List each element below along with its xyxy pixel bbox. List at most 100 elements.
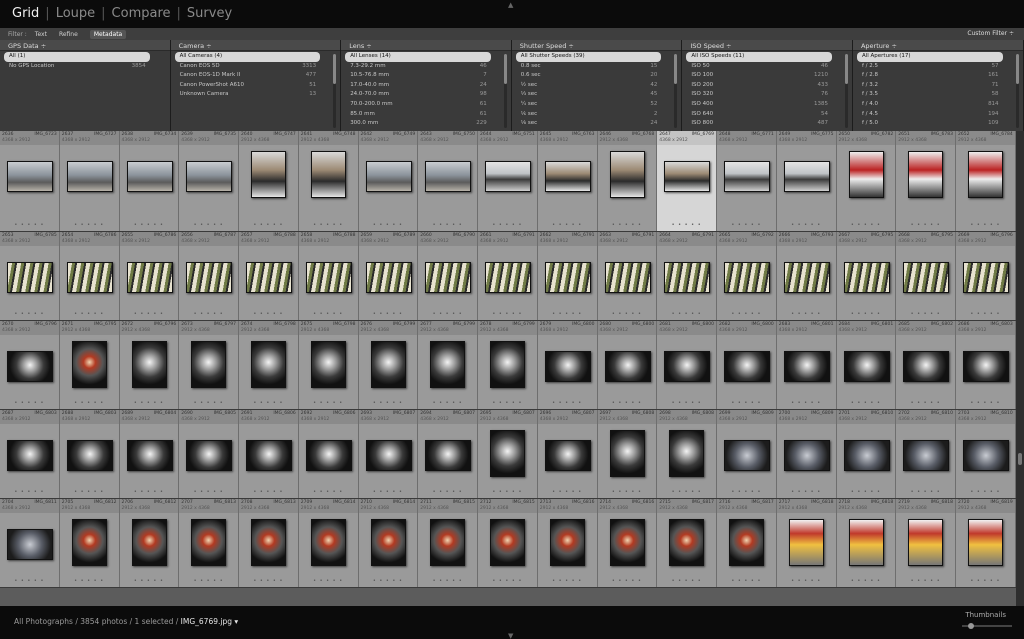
metadata-filter-item[interactable]: 0.8 sec 15 [512, 62, 682, 72]
photo-cell[interactable]: 2647 IMG_6769 4368 x 2912 • • • • • [657, 131, 717, 231]
photo-thumbnail[interactable] [609, 430, 645, 477]
photo-cell[interactable]: 2662 IMG_6791 4368 x 2912 • • • • • [537, 232, 598, 320]
metadata-filter-item[interactable]: All (1) [4, 52, 150, 62]
photo-cell[interactable]: 2700 IMG_6809 4368 x 2912 • • • • • [776, 410, 837, 498]
photo-thumbnail[interactable] [544, 161, 591, 192]
photo-thumbnail[interactable] [788, 519, 824, 566]
photo-cell[interactable]: 2698 IMG_6808 2912 x 4368 • • • • • [657, 410, 717, 498]
column-scrollbar[interactable] [844, 54, 848, 128]
metadata-filter-item[interactable]: ISO 640 54 [682, 110, 852, 120]
metadata-filter-item[interactable]: 70.0-200.0 mm 61 [341, 100, 511, 110]
metadata-filter-item[interactable]: ¼ sec 52 [512, 100, 682, 110]
column-header-dropdown[interactable]: Lens ÷ [341, 40, 511, 51]
metadata-filter-item[interactable]: ISO 100 1210 [682, 71, 852, 81]
rating-dots[interactable]: • • • • • [60, 578, 119, 584]
rating-dots[interactable]: • • • • • [837, 311, 896, 317]
photo-cell[interactable]: 2708 IMG_6813 2912 x 4368 • • • • • [239, 499, 299, 587]
photo-cell[interactable]: 2637 IMG_6727 4368 x 2912 • • • • • [59, 131, 120, 231]
photo-thumbnail[interactable] [848, 519, 884, 566]
photo-thumbnail[interactable] [490, 430, 525, 477]
photo-thumbnail[interactable] [908, 151, 944, 198]
photo-cell[interactable]: 2715 IMG_6817 2912 x 4368 • • • • • [657, 499, 717, 587]
photo-cell[interactable]: 2656 IMG_6787 4368 x 2912 • • • • • [179, 232, 239, 320]
grid-scrollbar[interactable] [1016, 131, 1024, 606]
column-scrollbar-thumb[interactable] [333, 54, 337, 84]
photo-cell[interactable]: 2644 IMG_6751 4368 x 2912 • • • • • [478, 131, 538, 231]
rating-dots[interactable]: • • • • • [538, 222, 597, 228]
rating-dots[interactable]: • • • • • [299, 222, 358, 228]
rating-dots[interactable]: • • • • • [956, 311, 1015, 317]
rating-dots[interactable]: • • • • • [538, 578, 597, 584]
metadata-filter-item[interactable]: No GPS Location 3854 [0, 62, 170, 72]
photo-thumbnail[interactable] [370, 519, 406, 566]
filter-tab-metadata[interactable]: Metadata [89, 29, 127, 39]
photo-thumbnail[interactable] [968, 519, 1003, 566]
rating-dots[interactable]: • • • • • [359, 578, 418, 584]
photo-cell[interactable]: 2648 IMG_6771 4368 x 2912 • • • • • [717, 131, 777, 231]
grid-view-button[interactable]: Grid [10, 6, 41, 21]
rating-dots[interactable]: • • • • • [777, 400, 836, 406]
photo-thumbnail[interactable] [544, 262, 591, 293]
photo-cell[interactable]: 2689 IMG_6804 4368 x 2912 • • • • • [119, 410, 180, 498]
photo-cell[interactable]: 2643 IMG_6750 4368 x 2912 • • • • • [418, 131, 478, 231]
rating-dots[interactable]: • • • • • [538, 489, 597, 495]
photo-thumbnail[interactable] [604, 262, 651, 293]
column-scrollbar[interactable] [674, 54, 678, 128]
photo-cell[interactable]: 2702 IMG_6810 4368 x 2912 • • • • • [896, 410, 956, 498]
photo-thumbnail[interactable] [490, 519, 525, 566]
metadata-filter-item[interactable]: ISO 320 76 [682, 90, 852, 100]
photo-thumbnail[interactable] [191, 519, 227, 566]
photo-thumbnail[interactable] [7, 440, 53, 471]
metadata-filter-item[interactable]: ISO 400 1385 [682, 100, 852, 110]
rating-dots[interactable]: • • • • • [120, 400, 179, 406]
photo-cell[interactable]: 2645 IMG_6763 4368 x 2912 • • • • • [537, 131, 598, 231]
metadata-filter-item[interactable]: Canon EOS-1D Mark II 477 [171, 71, 341, 81]
photo-cell[interactable]: 2717 IMG_6818 2912 x 4368 • • • • • [776, 499, 837, 587]
photo-thumbnail[interactable] [783, 351, 830, 382]
photo-cell[interactable]: 2696 IMG_6807 4368 x 2912 • • • • • [537, 410, 598, 498]
photo-cell[interactable]: 2671 IMG_6795 2912 x 4368 • • • • • [59, 321, 120, 409]
rating-dots[interactable]: • • • • • [478, 489, 537, 495]
photo-cell[interactable]: 2674 IMG_6798 2912 x 4368 • • • • • [239, 321, 299, 409]
photo-thumbnail[interactable] [609, 519, 645, 566]
photo-cell[interactable]: 2684 IMG_6801 4368 x 2912 • • • • • [836, 321, 897, 409]
rating-dots[interactable]: • • • • • [179, 400, 238, 406]
photo-cell[interactable]: 2713 IMG_6816 2912 x 4368 • • • • • [537, 499, 598, 587]
photo-cell[interactable]: 2654 IMG_6786 4368 x 2912 • • • • • [59, 232, 120, 320]
rating-dots[interactable]: • • • • • [299, 578, 358, 584]
photo-thumbnail[interactable] [430, 519, 466, 566]
photo-thumbnail[interactable] [246, 262, 292, 293]
photo-cell[interactable]: 2697 IMG_6808 2912 x 4368 • • • • • [597, 410, 658, 498]
photo-thumbnail[interactable] [903, 440, 950, 471]
photo-cell[interactable]: 2653 IMG_6785 4368 x 2912 • • • • • [0, 232, 60, 320]
column-header-dropdown[interactable]: ISO Speed ÷ [682, 40, 852, 51]
photo-thumbnail[interactable] [66, 262, 113, 293]
photo-cell[interactable]: 2652 IMG_6784 2912 x 4368 • • • • • [956, 131, 1016, 231]
photo-cell[interactable]: 2720 IMG_6819 2912 x 4368 • • • • • [956, 499, 1016, 587]
slider-handle[interactable] [968, 623, 974, 629]
rating-dots[interactable]: • • • • • [837, 222, 896, 228]
photo-thumbnail[interactable] [310, 341, 346, 388]
photo-thumbnail[interactable] [604, 351, 651, 382]
rating-dots[interactable]: • • • • • [717, 311, 776, 317]
rating-dots[interactable]: • • • • • [60, 400, 119, 406]
photo-cell[interactable]: 2676 IMG_6799 2912 x 4368 • • • • • [358, 321, 419, 409]
rating-dots[interactable]: • • • • • [657, 578, 716, 584]
photo-thumbnail[interactable] [485, 262, 531, 293]
photo-cell[interactable]: 2658 IMG_6788 4368 x 2912 • • • • • [298, 232, 359, 320]
collapse-bottom-panel-icon[interactable]: ▼ [508, 632, 513, 639]
photo-cell[interactable]: 2682 IMG_6800 4368 x 2912 • • • • • [717, 321, 777, 409]
metadata-filter-item[interactable]: 10.5-76.8 mm 7 [341, 71, 511, 81]
rating-dots[interactable]: • • • • • [179, 311, 238, 317]
rating-dots[interactable]: • • • • • [717, 400, 776, 406]
photo-cell[interactable]: 2651 IMG_6783 2912 x 4368 • • • • • [896, 131, 956, 231]
rating-dots[interactable]: • • • • • [120, 489, 179, 495]
rating-dots[interactable]: • • • • • [478, 400, 537, 406]
rating-dots[interactable]: • • • • • [60, 489, 119, 495]
photo-cell[interactable]: 2641 IMG_6748 2912 x 4368 • • • • • [298, 131, 359, 231]
photo-cell[interactable]: 2681 IMG_6800 4368 x 2912 • • • • • [657, 321, 717, 409]
photo-cell[interactable]: 2714 IMG_6816 2912 x 4368 • • • • • [597, 499, 658, 587]
rating-dots[interactable]: • • • • • [717, 222, 776, 228]
metadata-filter-item[interactable]: 300.0 mm 229 [341, 119, 511, 129]
metadata-filter-item[interactable]: ⅙ sec 2 [512, 110, 682, 120]
